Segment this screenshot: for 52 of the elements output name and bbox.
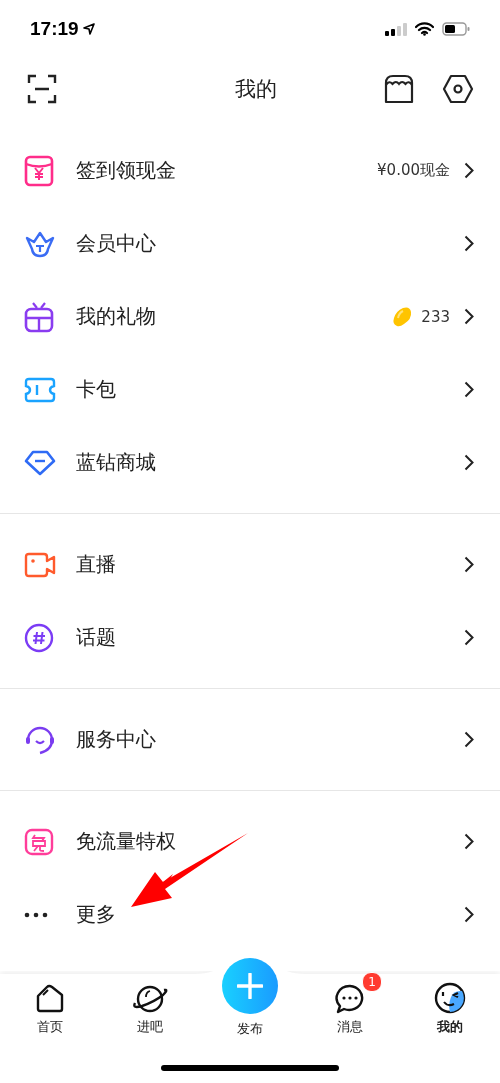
bean-icon	[391, 305, 414, 328]
menu-item[interactable]: 我的礼物 233	[0, 280, 500, 353]
tab-item[interactable]: 发布	[200, 958, 300, 1042]
signal-icon	[385, 22, 407, 36]
home-icon	[35, 984, 65, 1014]
chevron-right-icon	[464, 308, 474, 325]
shop-icon[interactable]	[384, 74, 414, 104]
chevron-right-icon	[464, 629, 474, 646]
item-detail: 233	[421, 307, 450, 326]
chevron-right-icon	[464, 454, 474, 471]
chevron-right-icon	[464, 381, 474, 398]
planet-icon	[132, 984, 168, 1014]
ticket-icon	[24, 376, 56, 403]
gift-icon	[24, 300, 54, 333]
tab-item[interactable]: 首页	[0, 958, 100, 1042]
publish-button[interactable]	[222, 958, 278, 1014]
hashtag-icon	[24, 622, 54, 653]
settings-icon[interactable]	[442, 74, 474, 104]
chevron-right-icon	[464, 556, 474, 573]
diamond-icon	[24, 449, 56, 476]
scan-icon[interactable]	[27, 74, 57, 104]
free-tag-icon	[24, 827, 54, 856]
menu-item[interactable]: 蓝钻商城	[0, 426, 500, 499]
chat-bubble-icon	[334, 984, 366, 1014]
menu-item[interactable]: 话题	[0, 601, 500, 674]
envelope-icon	[24, 154, 54, 187]
menu-item[interactable]: 会员中心	[0, 207, 500, 280]
chevron-right-icon	[464, 235, 474, 252]
notification-badge: 1	[362, 972, 382, 992]
menu-item[interactable]: 更多	[0, 878, 500, 951]
chevron-right-icon	[464, 833, 474, 850]
more-icon	[24, 911, 48, 918]
menu-item[interactable]: 签到领现金 ¥0.00现金	[0, 134, 500, 207]
chevron-right-icon	[464, 731, 474, 748]
video-camera-icon	[24, 551, 56, 578]
battery-icon	[442, 22, 470, 36]
menu-item[interactable]: 服务中心	[0, 703, 500, 776]
item-detail: ¥0.00现金	[377, 161, 450, 180]
location-arrow-icon	[82, 23, 95, 35]
status-time: 17:19	[30, 18, 79, 40]
wifi-icon	[415, 22, 434, 36]
chevron-right-icon	[464, 162, 474, 179]
page-title: 我的	[234, 76, 277, 103]
menu-item[interactable]: 卡包	[0, 353, 500, 426]
menu-item[interactable]: 免流量特权	[0, 805, 500, 878]
menu-item[interactable]: 直播	[0, 528, 500, 601]
chevron-right-icon	[464, 906, 474, 923]
plus-icon	[237, 973, 263, 999]
tab-item[interactable]: 进吧	[100, 958, 200, 1042]
face-icon	[434, 982, 466, 1014]
tab-item[interactable]: 我的	[400, 958, 500, 1042]
tab-item[interactable]: 1 消息	[300, 958, 400, 1042]
